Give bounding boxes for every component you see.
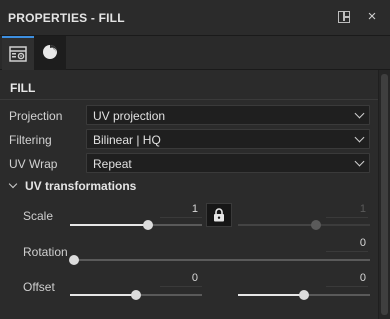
- scale-v-fill: [238, 224, 316, 226]
- chevron-down-icon: [354, 156, 365, 167]
- panel-scrollbar[interactable]: [378, 70, 390, 319]
- uv-wrap-label: UV Wrap: [9, 157, 58, 171]
- section-divider: [0, 99, 378, 100]
- panel-title: PROPERTIES - FILL: [8, 11, 125, 25]
- scale-u-slider[interactable]: [70, 220, 202, 230]
- offset-u-underline: [160, 286, 202, 287]
- projection-select[interactable]: UV projection: [86, 105, 370, 125]
- rotation-slider[interactable]: [69, 255, 370, 265]
- offset-u-fill: [70, 294, 136, 296]
- offset-v-underline: [326, 286, 368, 287]
- split-view-icon[interactable]: [338, 11, 350, 23]
- lock-icon: [214, 208, 224, 222]
- rotation-knob[interactable]: [69, 255, 79, 265]
- uv-wrap-value: Repeat: [93, 157, 132, 171]
- chevron-down-icon: [354, 132, 365, 143]
- scale-lock-button[interactable]: [206, 203, 232, 227]
- environment-sphere-icon: [43, 45, 57, 59]
- scale-v-value: 1: [359, 203, 366, 215]
- scrollbar-thumb[interactable]: [381, 74, 388, 315]
- properties-icon: [9, 46, 27, 62]
- scale-u-fill: [70, 224, 148, 226]
- filtering-select[interactable]: Bilinear | HQ: [86, 129, 370, 149]
- offset-v-knob[interactable]: [299, 290, 309, 300]
- scale-v-underline: [326, 217, 368, 218]
- offset-u-knob[interactable]: [131, 290, 141, 300]
- scale-u-value[interactable]: 1: [158, 203, 198, 215]
- projection-label: Projection: [9, 109, 63, 123]
- filtering-value: Bilinear | HQ: [93, 133, 161, 147]
- tab-bar: [0, 36, 390, 70]
- chevron-down-icon: [354, 108, 365, 119]
- section-title: FILL: [10, 81, 36, 95]
- scale-v-knob: [310, 220, 321, 230]
- rotation-label: Rotation: [23, 245, 68, 259]
- offset-v-fill: [238, 294, 304, 296]
- offset-v-value[interactable]: 0: [326, 272, 366, 284]
- scale-u-knob[interactable]: [142, 220, 153, 230]
- rotation-underline: [326, 251, 368, 252]
- offset-u-value[interactable]: 0: [158, 272, 198, 284]
- tab-environment[interactable]: [34, 36, 66, 70]
- projection-value: UV projection: [93, 109, 166, 123]
- panel-titlebar: PROPERTIES - FILL ×: [0, 0, 390, 36]
- scale-v-slider: [238, 220, 370, 230]
- uv-transformations-title: UV transformations: [25, 179, 137, 193]
- offset-label: Offset: [23, 280, 55, 294]
- offset-u-slider[interactable]: [70, 290, 202, 300]
- rotation-value[interactable]: 0: [326, 237, 366, 249]
- scale-u-underline: [160, 217, 202, 218]
- uv-wrap-select[interactable]: Repeat: [86, 153, 370, 173]
- tab-properties[interactable]: [2, 36, 34, 70]
- filtering-label: Filtering: [9, 133, 52, 147]
- scale-label: Scale: [23, 209, 54, 223]
- offset-v-slider[interactable]: [238, 290, 370, 300]
- close-icon[interactable]: ×: [366, 9, 378, 24]
